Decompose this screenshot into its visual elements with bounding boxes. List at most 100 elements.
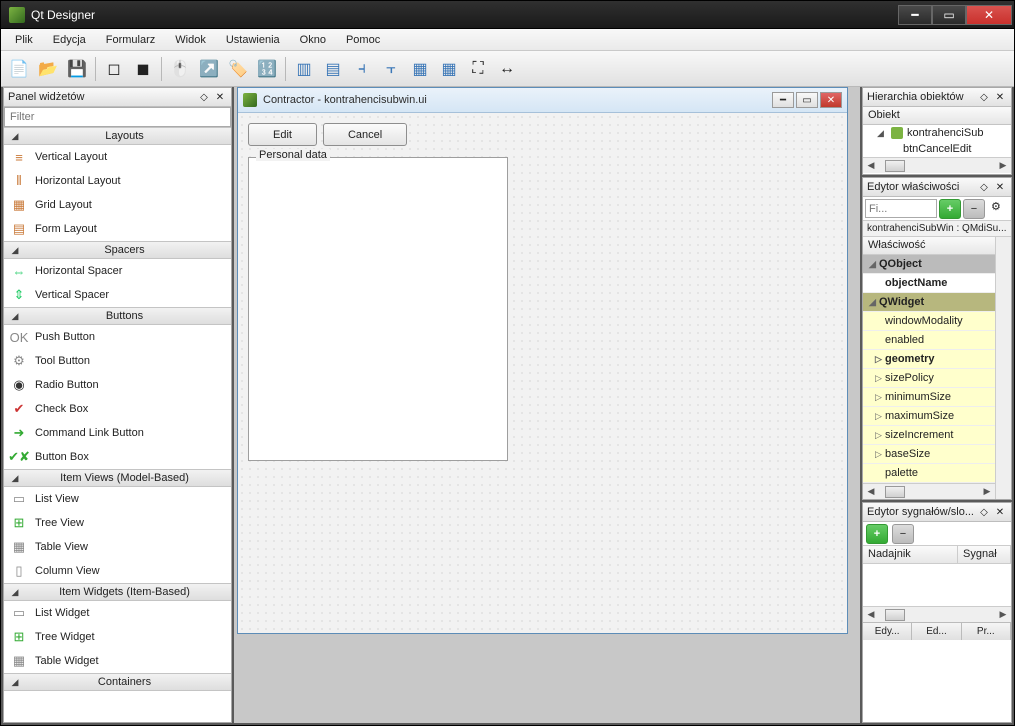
widget-item[interactable]: ▭List View: [4, 487, 231, 511]
open-file-icon[interactable]: 📂: [34, 55, 62, 83]
widget-item[interactable]: ⊞Tree View: [4, 511, 231, 535]
menu-help[interactable]: Pomoc: [336, 31, 390, 49]
widget-item[interactable]: ▦Table Widget: [4, 649, 231, 673]
property-row[interactable]: objectName: [863, 274, 995, 293]
widget-category[interactable]: ◢Layouts: [4, 127, 231, 145]
menu-form[interactable]: Formularz: [96, 31, 166, 49]
tree-row[interactable]: btnCancelEdit: [863, 141, 1011, 157]
form-canvas[interactable]: Edit Cancel Personal data: [238, 113, 847, 633]
property-hscroll[interactable]: ◀▶: [863, 483, 995, 499]
property-list[interactable]: ◢QObjectobjectName◢QWidgetwindowModality…: [863, 255, 995, 483]
personal-data-groupbox[interactable]: Personal data: [248, 156, 508, 461]
widget-category[interactable]: ◢Buttons: [4, 307, 231, 325]
widget-item[interactable]: ⇔Horizontal Spacer: [4, 259, 231, 283]
config-icon[interactable]: ⚙: [991, 200, 1009, 218]
layout-hsplit-icon[interactable]: ⫞: [348, 55, 376, 83]
widget-item[interactable]: ≡Vertical Layout: [4, 145, 231, 169]
widget-category[interactable]: ◢Item Widgets (Item-Based): [4, 583, 231, 601]
edit-signals-icon[interactable]: ↗️: [195, 55, 223, 83]
property-row[interactable]: ▷baseSize: [863, 445, 995, 464]
menu-view[interactable]: Widok: [165, 31, 216, 49]
add-property-icon[interactable]: +: [939, 199, 961, 219]
widget-item[interactable]: ▦Grid Layout: [4, 193, 231, 217]
bring-front-icon[interactable]: ◼: [129, 55, 157, 83]
property-row[interactable]: ▷sizePolicy: [863, 369, 995, 388]
property-filter-input[interactable]: [865, 199, 937, 218]
widget-item[interactable]: ▯Column View: [4, 559, 231, 583]
close-panel-icon[interactable]: ✕: [993, 90, 1007, 104]
property-row[interactable]: ▷geometry: [863, 350, 995, 369]
property-vscroll[interactable]: [995, 237, 1011, 499]
break-layout-icon[interactable]: ⛶: [464, 55, 492, 83]
menu-edit[interactable]: Edycja: [43, 31, 96, 49]
signal-col-signal[interactable]: Sygnał: [958, 546, 1011, 563]
property-row[interactable]: windowModality: [863, 312, 995, 331]
property-row[interactable]: ▷sizeIncrement: [863, 426, 995, 445]
form-minimize-icon[interactable]: ━: [772, 92, 794, 108]
float-panel-icon[interactable]: ◇: [977, 505, 991, 519]
edit-taborder-icon[interactable]: 🔢: [253, 55, 281, 83]
float-panel-icon[interactable]: ◇: [197, 90, 211, 104]
float-panel-icon[interactable]: ◇: [977, 180, 991, 194]
property-row[interactable]: palette: [863, 464, 995, 483]
save-file-icon[interactable]: 💾: [63, 55, 91, 83]
widget-item[interactable]: ◉Radio Button: [4, 373, 231, 397]
form-close-icon[interactable]: ✕: [820, 92, 842, 108]
widget-category[interactable]: ◢Containers: [4, 673, 231, 691]
menu-file[interactable]: Plik: [5, 31, 43, 49]
widget-filter-input[interactable]: [4, 107, 231, 127]
remove-property-icon[interactable]: −: [963, 199, 985, 219]
signal-columns[interactable]: Nadajnik Sygnał: [863, 546, 1011, 564]
widget-item[interactable]: ▤Form Layout: [4, 217, 231, 241]
widget-category[interactable]: ◢Spacers: [4, 241, 231, 259]
signal-col-sender[interactable]: Nadajnik: [863, 546, 958, 563]
cancel-button[interactable]: Cancel: [323, 123, 407, 146]
property-row[interactable]: ▷minimumSize: [863, 388, 995, 407]
widget-item[interactable]: ▭List Widget: [4, 601, 231, 625]
edit-widgets-icon[interactable]: 🖱️: [166, 55, 194, 83]
close-button[interactable]: ✕: [966, 5, 1012, 25]
menu-window[interactable]: Okno: [290, 31, 336, 49]
new-file-icon[interactable]: 📄: [5, 55, 33, 83]
widget-item[interactable]: ▦Table View: [4, 535, 231, 559]
edit-button[interactable]: Edit: [248, 123, 317, 146]
signal-hscroll[interactable]: ◀▶: [863, 606, 1011, 622]
send-back-icon[interactable]: ◻: [100, 55, 128, 83]
form-maximize-icon[interactable]: ▭: [796, 92, 818, 108]
property-row[interactable]: ▷maximumSize: [863, 407, 995, 426]
edit-buddies-icon[interactable]: 🏷️: [224, 55, 252, 83]
layout-horiz-icon[interactable]: ▥: [290, 55, 318, 83]
widget-item[interactable]: ⊞Tree Widget: [4, 625, 231, 649]
layout-vsplit-icon[interactable]: ⫟: [377, 55, 405, 83]
signal-body[interactable]: [863, 564, 1011, 606]
form-subwindow[interactable]: Contractor - kontrahencisubwin.ui ━ ▭ ✕ …: [237, 87, 848, 634]
widget-category[interactable]: ◢Item Views (Model-Based): [4, 469, 231, 487]
property-row[interactable]: ◢QObject: [863, 255, 995, 274]
tab-ed[interactable]: Ed...: [912, 623, 961, 640]
widget-item[interactable]: ⚙Tool Button: [4, 349, 231, 373]
float-panel-icon[interactable]: ◇: [977, 90, 991, 104]
close-panel-icon[interactable]: ✕: [993, 505, 1007, 519]
widget-item[interactable]: OKPush Button: [4, 325, 231, 349]
layout-vert-icon[interactable]: ▤: [319, 55, 347, 83]
remove-signal-icon[interactable]: −: [892, 524, 914, 544]
layout-form-icon[interactable]: ▦: [435, 55, 463, 83]
tab-pr[interactable]: Pr...: [962, 623, 1011, 640]
widget-item[interactable]: ⦀Horizontal Layout: [4, 169, 231, 193]
tab-edy[interactable]: Edy...: [863, 623, 912, 640]
object-tree-header[interactable]: Obiekt: [863, 107, 1011, 125]
adjust-size-icon[interactable]: ↔: [493, 55, 521, 83]
add-signal-icon[interactable]: +: [866, 524, 888, 544]
tree-hscroll[interactable]: ◀▶: [863, 157, 1011, 173]
widget-item[interactable]: ✔✘Button Box: [4, 445, 231, 469]
close-panel-icon[interactable]: ✕: [213, 90, 227, 104]
property-row[interactable]: ◢QWidget: [863, 293, 995, 312]
minimize-button[interactable]: ━: [898, 5, 932, 25]
menu-settings[interactable]: Ustawienia: [216, 31, 290, 49]
layout-grid-icon[interactable]: ▦: [406, 55, 434, 83]
close-panel-icon[interactable]: ✕: [993, 180, 1007, 194]
widget-item[interactable]: ⇕Vertical Spacer: [4, 283, 231, 307]
form-titlebar[interactable]: Contractor - kontrahencisubwin.ui ━ ▭ ✕: [238, 88, 847, 113]
property-row[interactable]: enabled: [863, 331, 995, 350]
tree-row[interactable]: ◢kontrahenciSub: [863, 125, 1011, 141]
